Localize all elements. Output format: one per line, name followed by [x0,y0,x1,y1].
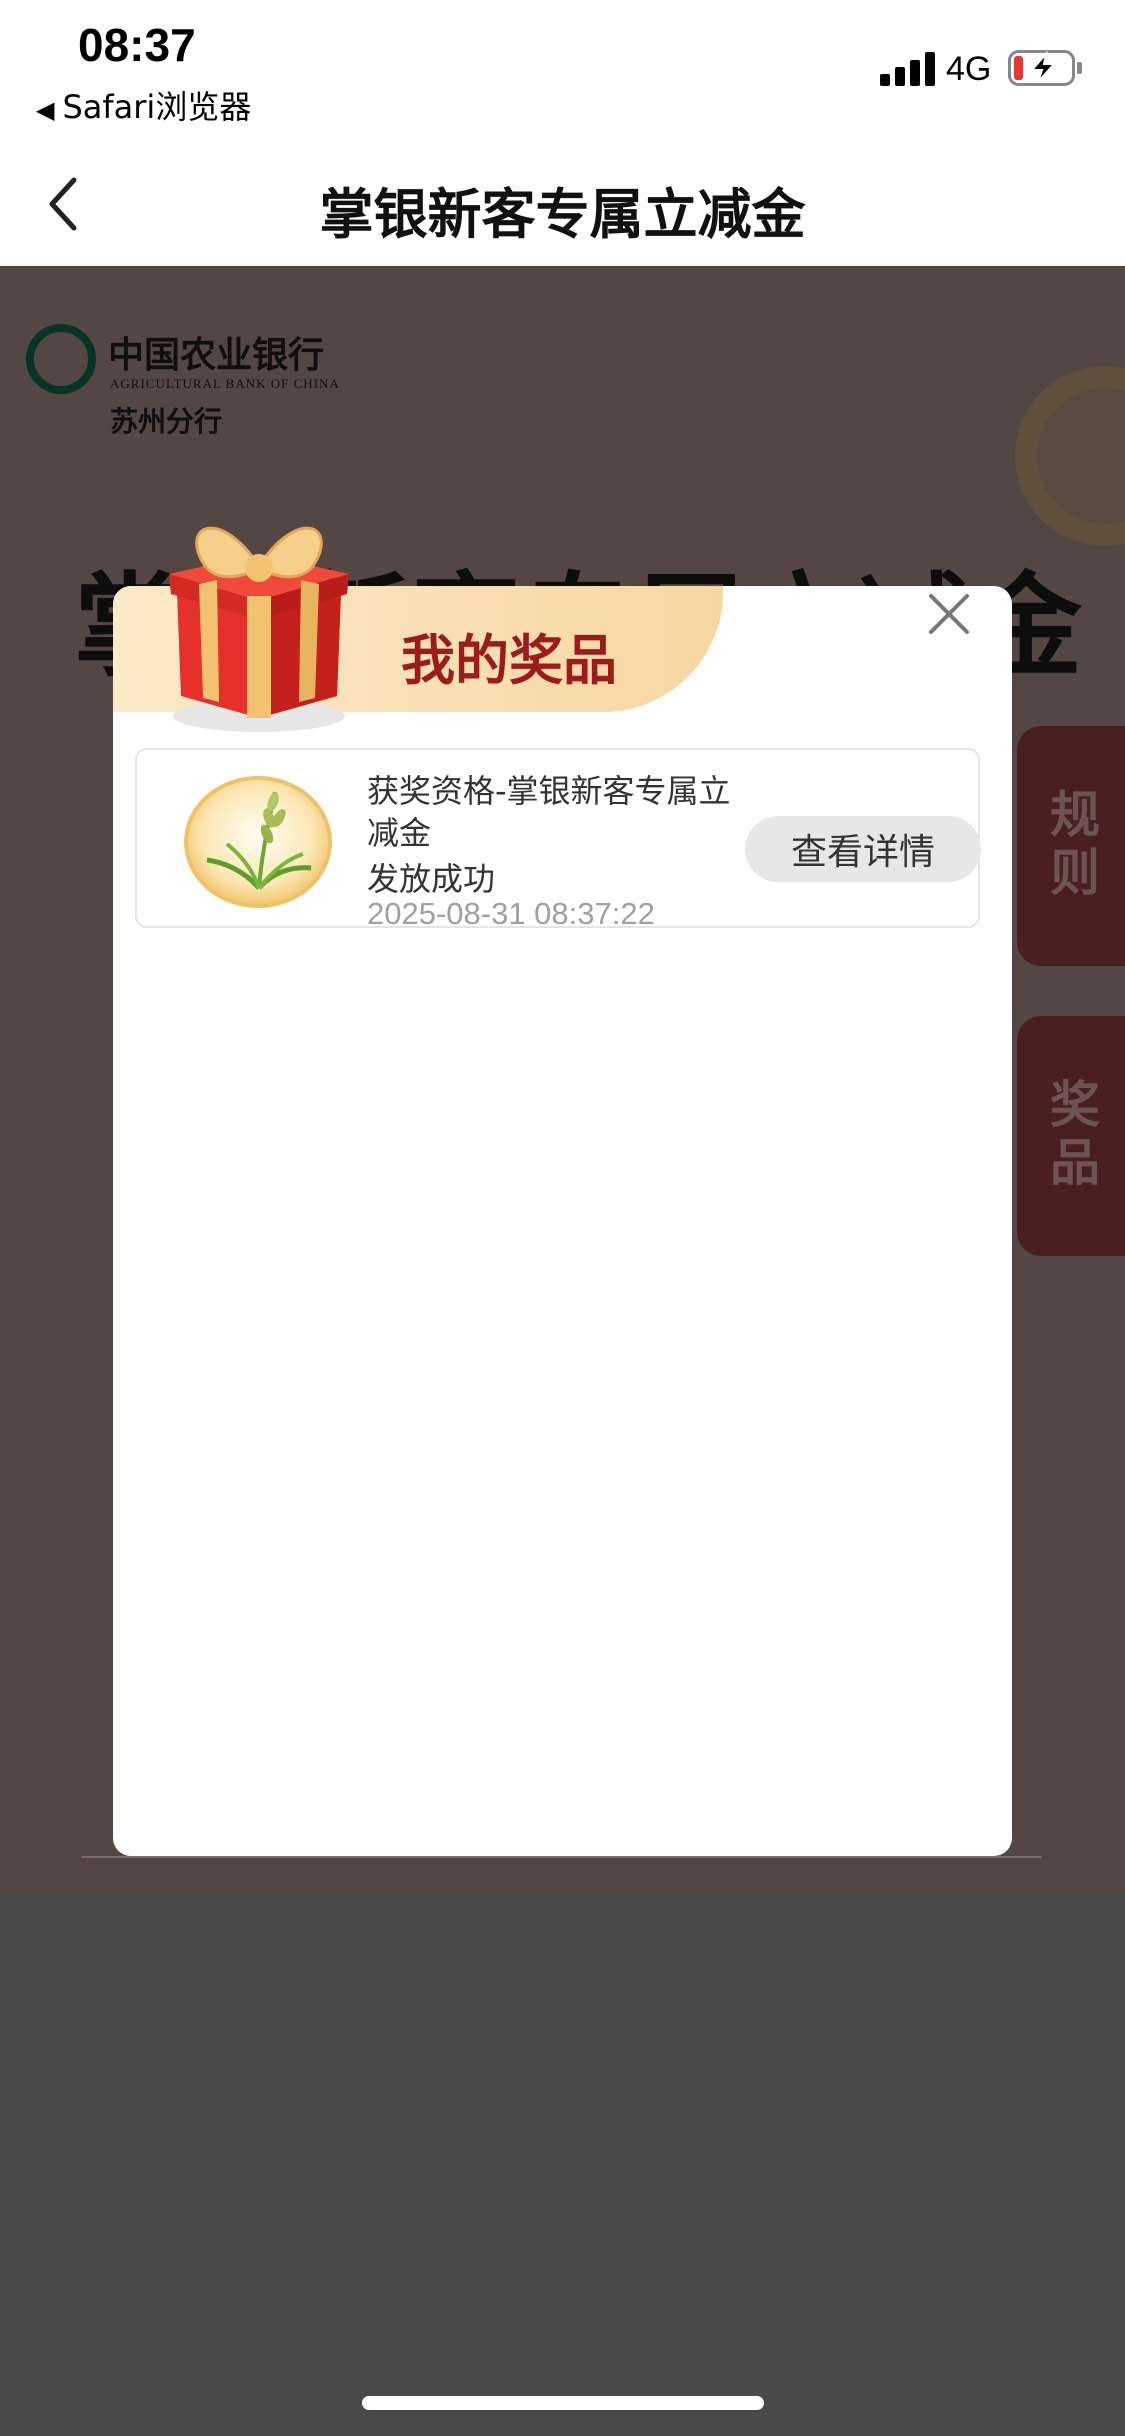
gift-box-icon [169,526,349,732]
home-indicator[interactable] [362,2396,764,2410]
lower-background [0,1892,1125,2436]
signal-icon [880,52,935,86]
battery-charging-icon [1008,50,1082,86]
prize-name: 获奖资格-掌银新客专属立减金 [367,772,731,852]
prize-time: 2025-08-31 08:37:22 [367,896,655,931]
prize-status: 发放成功 [367,860,496,898]
divider [82,1856,1042,1858]
back-app-label: Safari浏览器 [62,88,252,126]
network-type: 4G [946,50,992,88]
close-icon[interactable] [923,588,975,640]
page-title: 掌银新客专属立减金 [319,183,806,246]
modal-title: 我的奖品 [401,629,617,692]
back-to-app-link[interactable]: ◀ Safari浏览器 [36,82,251,128]
my-prizes-modal: 我的奖品 获奖资格-掌银新客专属立减金 发放成功 2025-08-31 08:3… [113,526,1012,1856]
status-bar: 08:37 ◀ Safari浏览器 4G [0,0,1125,140]
wheat-icon [184,776,332,908]
navigation-bar: 掌银新客专属立减金 [0,140,1125,266]
back-triangle-icon: ◀ [36,96,55,124]
view-details-button[interactable]: 查看详情 [745,816,981,882]
status-time: 08:37 [78,19,196,71]
prize-item: 获奖资格-掌银新客专属立减金 发放成功 2025-08-31 08:37:22 … [135,748,981,931]
